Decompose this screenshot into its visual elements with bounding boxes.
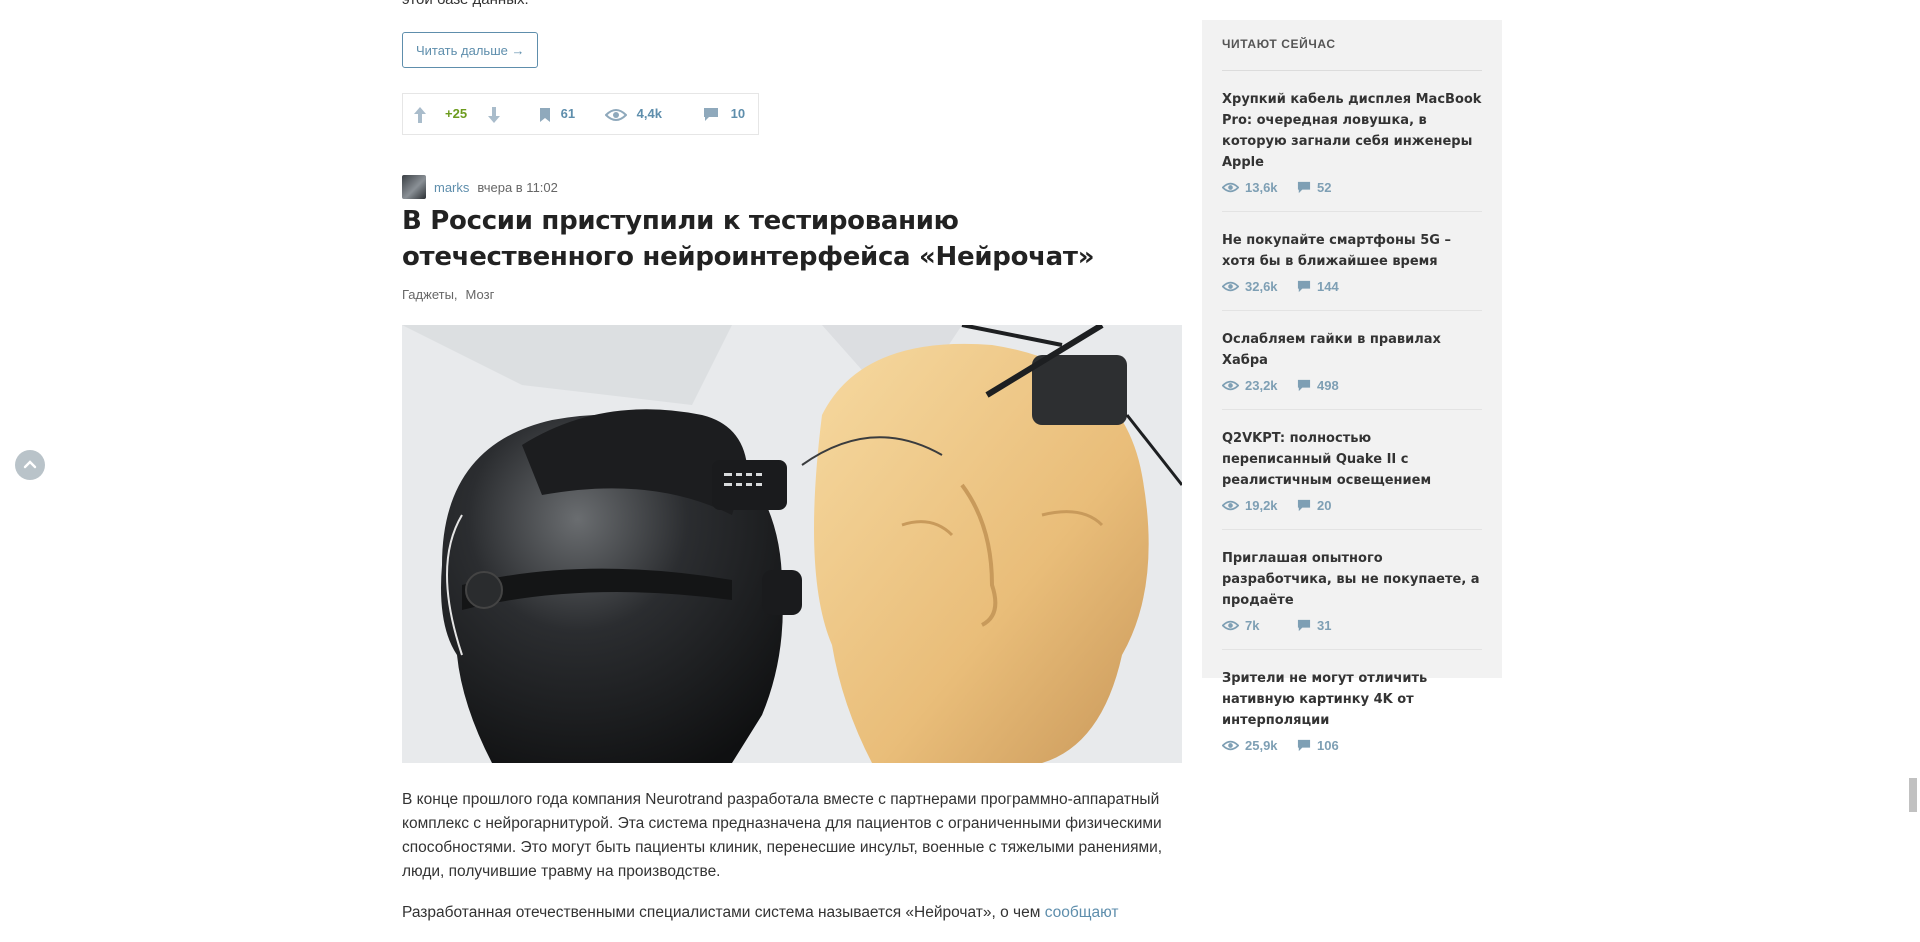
neuro-headset-photo [402,325,1182,763]
sidebar-post-link[interactable]: Ослабляем гайки в правилах Хабра [1222,329,1482,371]
avatar[interactable] [402,175,426,199]
comment-icon [1297,181,1311,194]
views-count: 32,6k [1245,279,1278,294]
views-count: 23,2k [1245,378,1278,393]
list-item: Приглашая опытного разработчика, вы не п… [1222,530,1482,650]
vote-up-button[interactable] [413,94,427,134]
vote-down-button[interactable] [487,94,501,134]
comments-count[interactable]: 52 [1317,180,1331,195]
comments-count[interactable]: 106 [1317,738,1339,753]
sidebar-post-stats: 25,9k 106 [1222,738,1482,753]
hub-link-brain[interactable]: Мозг [466,287,495,302]
comment-icon [1297,739,1311,752]
comments-count[interactable]: 20 [1317,498,1331,513]
comments-count[interactable]: 31 [1317,618,1331,633]
post-title-link[interactable]: В России приступили к тестированию отече… [402,203,1182,275]
post-hubs: Гаджеты Мозг [402,287,494,302]
bookmarks-count: 61 [560,106,576,121]
sidebar-post-link[interactable]: Зрители не могут отличить нативную карти… [1222,668,1482,731]
eye-icon [1222,740,1239,751]
eye-icon [1222,500,1239,511]
list-item: Ослабляем гайки в правилах Хабра 23,2k 4… [1222,311,1482,410]
hub-link-gadgets[interactable]: Гаджеты [402,287,458,302]
comment-icon [1297,379,1311,392]
comment-icon [1297,619,1311,632]
arrow-down-icon [488,106,500,123]
bookmark-icon [540,107,550,122]
list-item: Зрители не могут отличить нативную карти… [1222,650,1482,769]
author-name-link[interactable]: marks [434,180,469,195]
source-link[interactable]: сообщают [1045,904,1119,921]
comments-count[interactable]: 498 [1317,378,1339,393]
list-item: Не покупайте смартфоны 5G – хотя бы в бл… [1222,212,1482,311]
post-paragraph-text: Разработанная отечественными специалиста… [402,904,1045,921]
chevron-up-icon [23,460,37,469]
sidebar-post-stats: 32,6k 144 [1222,279,1482,294]
eye-icon [1222,620,1239,631]
reading-now-sidebar: ЧИТАЮТ СЕЙЧАС Хрупкий кабель дисплея Mac… [1202,20,1502,753]
eye-icon [1222,281,1239,292]
comment-icon [1297,499,1311,512]
post-paragraph: В конце прошлого года компания Neurotran… [402,791,1163,880]
post-body: В конце прошлого года компания Neurotran… [402,788,1182,942]
post-time: вчера в 11:02 [477,179,558,195]
post-paragraph: Разработанная отечественными специалиста… [402,901,1182,925]
list-item: Q2VKPT: полностью переписанный Quake II … [1222,410,1482,530]
read-more-button[interactable]: Читать дальше → [402,32,539,68]
views-count: 19,2k [1245,498,1278,513]
comment-icon [704,108,718,122]
sidebar-post-link[interactable]: Не покупайте смартфоны 5G – хотя бы в бл… [1222,230,1482,272]
sidebar-post-stats: 19,2k 20 [1222,498,1482,513]
comment-icon [1297,280,1311,293]
sidebar-post-link[interactable]: Q2VKPT: полностью переписанный Quake II … [1222,428,1482,491]
scrollbar-thumb[interactable] [1909,778,1917,812]
views-count: 25,9k [1245,738,1278,753]
sidebar-post-link[interactable]: Приглашая опытного разработчика, вы не п… [1222,548,1482,611]
post-image [402,325,1182,763]
eye-icon [1222,380,1239,391]
page-scrollbar[interactable] [1904,0,1920,925]
sidebar-post-stats: 13,6k 52 [1222,180,1482,195]
comments-link[interactable]: 10 [703,94,745,134]
post-stats-bar: +25 61 4,4k 10 [402,93,759,135]
comments-count[interactable]: 144 [1317,279,1339,294]
sidebar-post-stats: 23,2k 498 [1222,378,1482,393]
sidebar-post-stats: 7k 31 [1222,618,1482,633]
sidebar-post-link[interactable]: Хрупкий кабель дисплея MacBook Pro: очер… [1222,89,1482,173]
arrow-up-icon [414,106,426,123]
views-counter: 4,4k [604,94,662,134]
post-author-line: marks вчера в 11:02 [402,175,558,199]
previous-post-text: этой базе данных. [402,0,529,10]
bookmark-button[interactable]: 61 [539,94,575,134]
views-count: 13,6k [1245,180,1278,195]
scroll-to-top-button[interactable] [15,450,45,480]
post-score: +25 [445,106,468,121]
list-item: Хрупкий кабель дисплея MacBook Pro: очер… [1222,71,1482,212]
eye-icon [604,108,628,121]
comments-count: 10 [730,106,746,121]
sidebar-heading: ЧИТАЮТ СЕЙЧАС [1222,20,1482,71]
views-count: 4,4k [636,106,662,121]
eye-icon [1222,182,1239,193]
views-count: 7k [1245,618,1260,633]
